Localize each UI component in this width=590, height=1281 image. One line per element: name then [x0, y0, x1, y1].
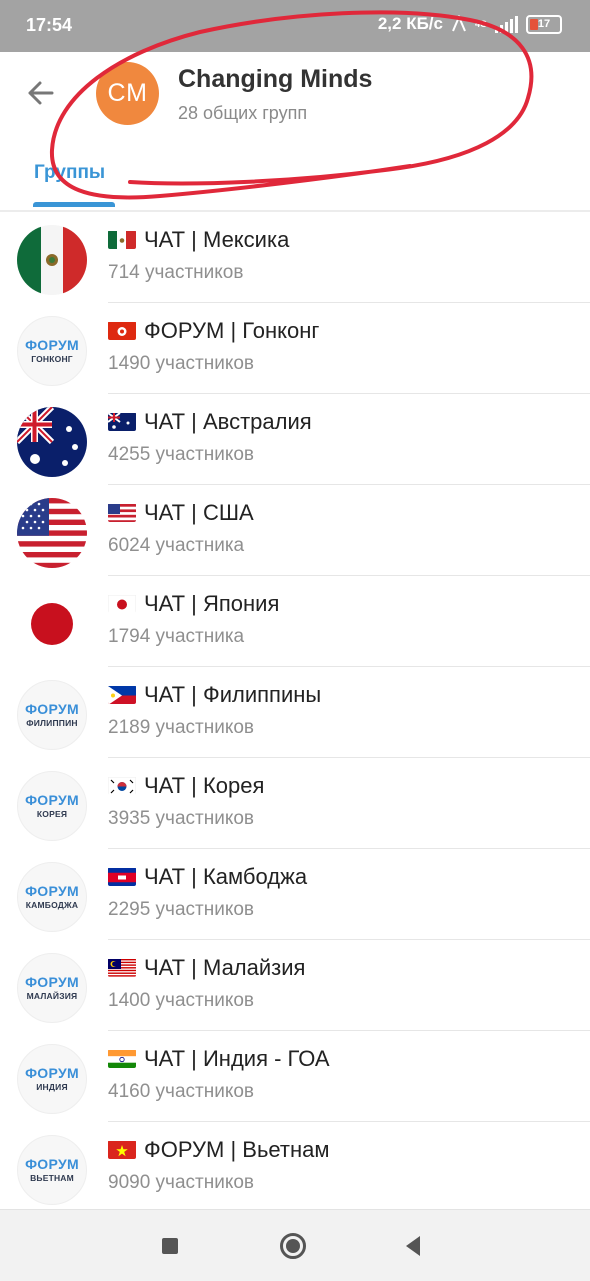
back-button[interactable]	[378, 1210, 448, 1281]
group-title: ЧАТ | Камбоджа	[108, 864, 307, 890]
member-count: 714 участников	[108, 262, 244, 283]
member-count: 4255 участников	[108, 444, 255, 465]
group-title: ФОРУМ | Вьетнам	[108, 1137, 330, 1163]
tab-indicator	[33, 202, 115, 207]
malaysia-flag-icon	[108, 958, 136, 977]
battery-level: 17	[537, 18, 551, 30]
network-speed: 2,2 КБ/с	[377, 14, 443, 33]
list-item[interactable]: ФОРУМ МАЛАЙЗИЯ ЧАТ | Малайзия 1400 участн…	[0, 940, 590, 1031]
cambodia-flag-icon	[108, 867, 136, 886]
member-count: 9090 участников	[108, 1172, 255, 1193]
group-avatar: ФОРУМ ФИЛИППИН	[17, 680, 87, 750]
network-type: 4G	[474, 19, 487, 29]
member-count: 6024 участника	[108, 535, 245, 556]
common-groups-count: 28 общих групп	[178, 103, 308, 123]
profile-name: Changing Minds	[178, 65, 373, 93]
triangle-back-icon	[406, 1235, 420, 1256]
group-title: ЧАТ | США	[108, 500, 254, 526]
group-avatar: ФОРУМ МАЛАЙЗИЯ	[17, 953, 87, 1023]
status-bar: 17:54 2,2 КБ/с 4G 17	[0, 0, 590, 52]
group-title: ЧАТ | Мексика	[108, 227, 289, 253]
member-count: 1794 участника	[108, 626, 245, 647]
status-icons: 2,2 КБ/с 4G 17	[378, 14, 562, 34]
member-count: 2295 участников	[108, 899, 255, 920]
group-avatar	[17, 498, 87, 568]
group-avatar: ФОРУМ ВЬЕТНАМ	[17, 1135, 87, 1205]
recents-button[interactable]	[135, 1210, 205, 1281]
member-count: 1490 участников	[108, 353, 255, 374]
member-count: 2189 участников	[108, 717, 255, 738]
member-count: 3935 участников	[108, 808, 255, 829]
profile-header: CM Changing Minds 28 общих групп Группы	[0, 52, 590, 212]
group-title: ЧАТ | Австралия	[108, 409, 312, 435]
mexico-flag-icon	[108, 230, 136, 249]
list-item[interactable]: ФОРУМ ВЬЕТНАМ ФОРУМ | Вьетнам 9090 участн…	[0, 1122, 590, 1213]
group-avatar	[17, 407, 87, 477]
group-avatar	[17, 589, 87, 659]
tab-groups[interactable]: Группы	[34, 162, 105, 184]
square-recents-icon	[162, 1237, 178, 1254]
group-avatar: ФОРУМ ИНДИЯ	[17, 1044, 87, 1114]
group-avatar: ФОРУМ КАМБОДЖА	[17, 862, 87, 932]
group-title: ЧАТ | Филиппины	[108, 682, 321, 708]
japan-flag-icon	[108, 594, 136, 613]
list-item[interactable]: ФОРУМ ФИЛИППИН ЧАТ | Филиппины 2189 участ…	[0, 667, 590, 758]
list-item[interactable]: ФОРУМ ИНДИЯ ЧАТ | Индия - ГОА 4160 участн…	[0, 1031, 590, 1122]
groups-list: ЧАТ | Мексика 714 участников ФОРУМ ГОНКОН…	[0, 212, 590, 1213]
list-item[interactable]: ФОРУМ КАМБОДЖА ЧАТ | Камбоджа 2295 участн…	[0, 849, 590, 940]
list-item[interactable]: ЧАТ | США 6024 участника	[0, 485, 590, 576]
group-avatar: ФОРУМ ГОНКОНГ	[17, 316, 87, 386]
alarm-icon	[452, 15, 466, 32]
group-avatar	[17, 225, 87, 295]
circle-home-icon	[280, 1232, 306, 1259]
member-count: 1400 участников	[108, 990, 255, 1011]
group-title: ФОРУМ | Гонконг	[108, 318, 319, 344]
list-item[interactable]: ФОРУМ КОРЕЯ ЧАТ | Корея 3935 участников	[0, 758, 590, 849]
home-button[interactable]	[258, 1210, 328, 1281]
system-navigation-bar	[0, 1209, 590, 1281]
vietnam-flag-icon	[108, 1140, 136, 1159]
list-item[interactable]: ФОРУМ ГОНКОНГ ФОРУМ | Гонконг 1490 участн…	[0, 303, 590, 394]
hong-kong-flag-icon	[108, 321, 136, 340]
usa-flag-icon	[108, 503, 136, 522]
group-title: ЧАТ | Япония	[108, 591, 279, 617]
group-title: ЧАТ | Корея	[108, 773, 264, 799]
profile-avatar[interactable]: CM	[96, 62, 159, 125]
philippines-flag-icon	[108, 685, 136, 704]
india-flag-icon	[108, 1049, 136, 1068]
group-title: ЧАТ | Индия - ГОА	[108, 1046, 330, 1072]
back-arrow-icon[interactable]	[20, 72, 62, 114]
list-item[interactable]: ЧАТ | Австралия 4255 участников	[0, 394, 590, 485]
australia-flag-icon	[108, 412, 136, 431]
group-avatar: ФОРУМ КОРЕЯ	[17, 771, 87, 841]
korea-flag-icon	[108, 776, 136, 795]
status-time: 17:54	[26, 15, 73, 35]
list-item[interactable]: ЧАТ | Япония 1794 участника	[0, 576, 590, 667]
signal-icon	[495, 15, 518, 33]
list-item[interactable]: ЧАТ | Мексика 714 участников	[0, 212, 590, 303]
member-count: 4160 участников	[108, 1081, 255, 1102]
group-title: ЧАТ | Малайзия	[108, 955, 305, 981]
battery-icon: 17	[526, 14, 562, 34]
